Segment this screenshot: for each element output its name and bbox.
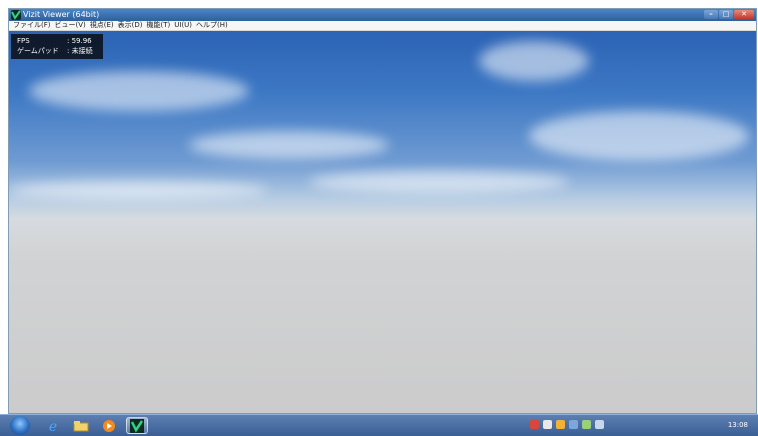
- window-title: Vizit Viewer (64bit): [23, 10, 100, 19]
- app-window: Vizit Viewer (64bit) – □ ✕ ファイル(F) ビュー(V…: [8, 8, 757, 414]
- minimize-button[interactable]: –: [704, 10, 718, 19]
- language-bar-icon[interactable]: [556, 420, 565, 429]
- menu-view[interactable]: ビュー(V): [55, 21, 86, 30]
- fps-value: : 59.96: [67, 37, 92, 45]
- menu-help[interactable]: ヘルプ(H): [196, 21, 228, 30]
- menu-file[interactable]: ファイル(F): [13, 21, 51, 30]
- file-explorer-icon[interactable]: [70, 417, 92, 434]
- fps-label: FPS: [17, 37, 30, 45]
- internet-explorer-icon[interactable]: e: [42, 417, 64, 434]
- windows-start-icon[interactable]: [10, 416, 30, 435]
- sky-cloud: [29, 71, 249, 111]
- sky-cloud: [479, 41, 589, 81]
- maximize-button[interactable]: □: [719, 10, 733, 19]
- gamepad-value: : 未接続: [67, 47, 93, 55]
- sky-cloud: [9, 181, 269, 199]
- window-controls: – □ ✕: [703, 10, 754, 20]
- menu-ui[interactable]: UI(U): [174, 21, 192, 30]
- menu-display[interactable]: 表示(D): [118, 21, 143, 30]
- gamepad-label: ゲームパッド: [17, 47, 59, 55]
- sky-cloud: [529, 111, 749, 161]
- volume-icon[interactable]: [582, 420, 591, 429]
- taskbar: e 13:08: [0, 414, 758, 436]
- show-hidden-icons-icon[interactable]: [595, 420, 604, 429]
- stats-overlay: FPS : 59.96 ゲームパッド : 未接続: [11, 34, 103, 59]
- sky-cloud: [189, 131, 389, 159]
- menu-bar: ファイル(F) ビュー(V) 視点(E) 表示(D) 機能(T) UI(U) ヘ…: [9, 21, 756, 31]
- system-tray: [530, 420, 604, 429]
- ime-icon[interactable]: [543, 420, 552, 429]
- title-bar[interactable]: Vizit Viewer (64bit) – □ ✕: [9, 9, 756, 21]
- vizit-app-icon: [11, 10, 21, 20]
- svg-text:e: e: [49, 419, 57, 433]
- sky-cloud: [309, 171, 569, 193]
- network-icon[interactable]: [569, 420, 578, 429]
- vizit-viewer-icon[interactable]: [126, 417, 148, 434]
- antivirus-icon[interactable]: [530, 420, 539, 429]
- menu-function[interactable]: 機能(T): [147, 21, 171, 30]
- 3d-viewport[interactable]: FPS : 59.96 ゲームパッド : 未接続: [9, 31, 756, 413]
- menu-viewpoint[interactable]: 視点(E): [90, 21, 114, 30]
- close-button[interactable]: ✕: [734, 10, 754, 19]
- media-player-icon[interactable]: [98, 417, 120, 434]
- clock[interactable]: 13:08: [728, 421, 748, 430]
